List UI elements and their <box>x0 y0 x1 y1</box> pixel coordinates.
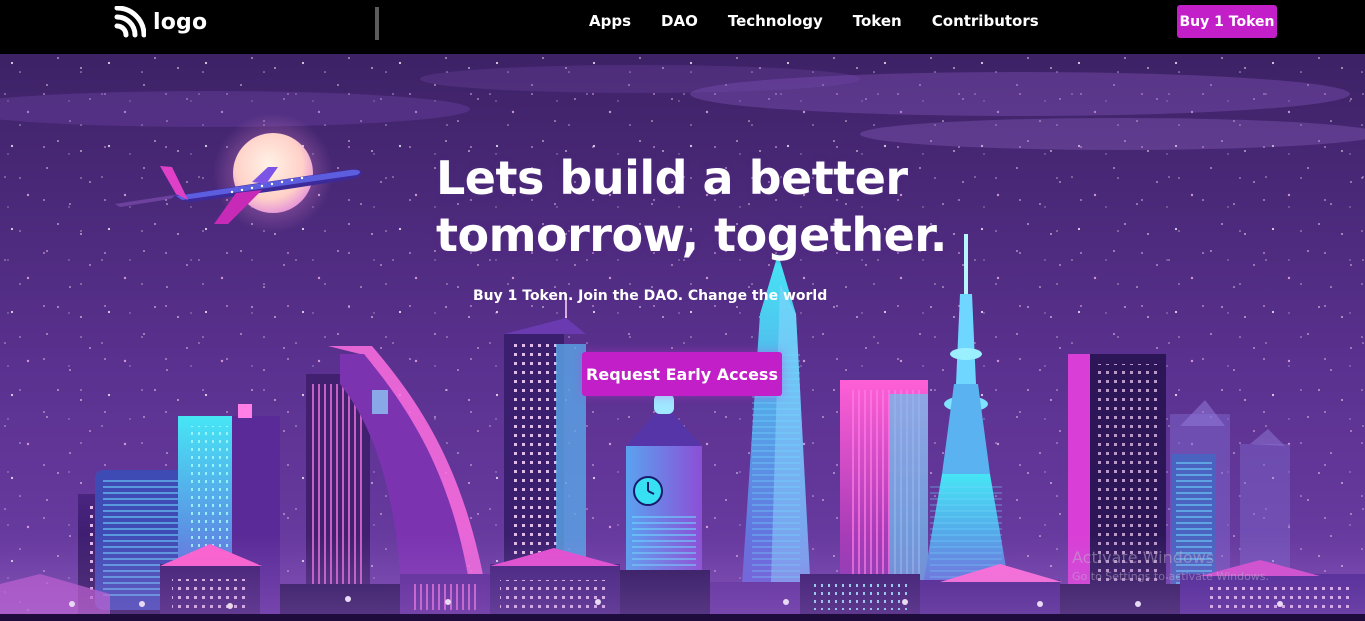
hero-section: Lets build a better tomorrow, together. … <box>0 54 1365 621</box>
hero-title-line-1: Lets build a better <box>436 151 908 205</box>
nav-link-apps[interactable]: Apps <box>574 12 646 30</box>
nav-link-technology[interactable]: Technology <box>713 12 838 30</box>
nav-link-token[interactable]: Token <box>838 12 917 30</box>
hero-title: Lets build a better tomorrow, together. <box>436 150 996 264</box>
request-early-access-button[interactable]: Request Early Access <box>582 352 782 396</box>
nav-link-dao[interactable]: DAO <box>646 12 713 30</box>
hero-title-line-2: tomorrow, together. <box>436 208 947 262</box>
logo[interactable]: logo <box>114 6 207 38</box>
buy-token-button[interactable]: Buy 1 Token <box>1177 5 1277 38</box>
neon-city-skyline-illustration <box>0 54 1365 621</box>
hero-subtitle: Buy 1 Token. Join the DAO. Change the wo… <box>473 288 828 304</box>
main-nav: Apps DAO Technology Token Contributors <box>574 12 1054 30</box>
logo-text: logo <box>153 9 208 35</box>
top-navbar: logo Apps DAO Technology Token Contribut… <box>0 0 1365 54</box>
nav-divider <box>375 7 379 40</box>
nav-link-contributors[interactable]: Contributors <box>917 12 1054 30</box>
rss-icon <box>114 6 146 38</box>
